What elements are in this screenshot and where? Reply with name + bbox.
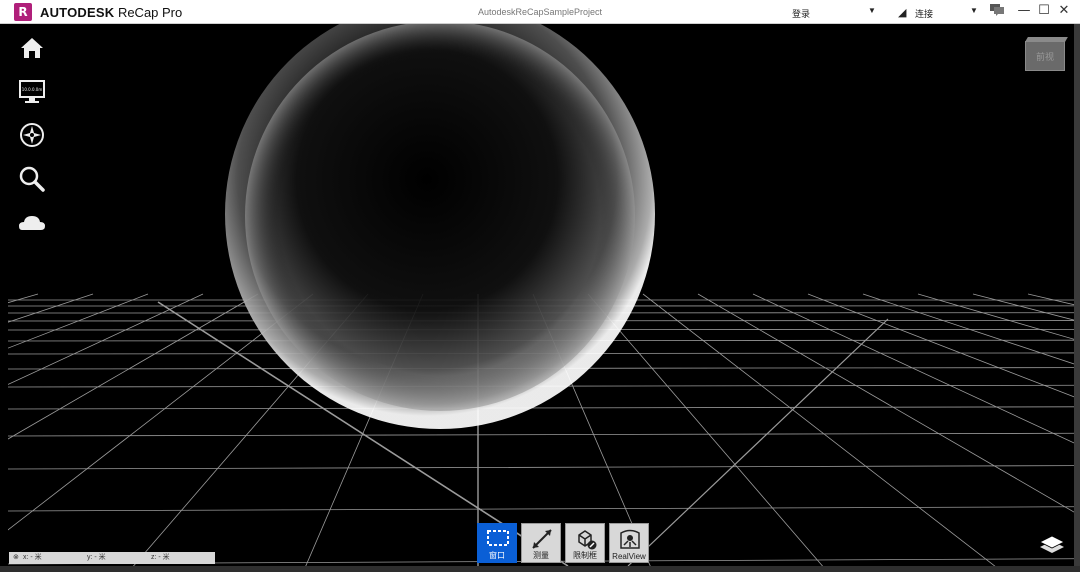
display-settings-icon: 10.0.0.0m (19, 80, 45, 103)
display-scale-text: 10.0.0.0m (22, 87, 43, 92)
search-button[interactable] (18, 165, 46, 193)
connect-dropdown[interactable]: 连接 (915, 7, 933, 20)
coord-z: z: - 米 (151, 554, 170, 561)
coord-marker-icon: ⊗ (13, 554, 19, 561)
maximize-button[interactable]: ☐ (1035, 2, 1053, 20)
window-select-label: 窗口 (489, 551, 505, 560)
navigation-button[interactable] (18, 121, 46, 149)
navigation-compass-icon (20, 123, 44, 147)
measure-label: 测量 (533, 551, 549, 560)
display-settings-button[interactable]: 10.0.0.0m (18, 77, 46, 105)
realview-tool[interactable]: RealView (609, 523, 649, 563)
minimize-button[interactable]: — (1015, 2, 1033, 20)
close-button[interactable]: ✕ (1055, 2, 1073, 20)
measure-tool[interactable]: 测量 (521, 523, 561, 563)
window-border-bottom (0, 566, 1080, 572)
realview-icon (620, 529, 640, 549)
window-border-right (1074, 24, 1080, 572)
limit-box-label: 限制框 (573, 551, 597, 560)
cloud-icon (19, 216, 45, 230)
view-cube-label: 前视 (1035, 52, 1054, 62)
coord-x: x: - 米 (23, 554, 42, 561)
view-cube[interactable]: 前视 (1025, 41, 1065, 71)
measure-icon (532, 529, 552, 549)
home-button[interactable] (18, 34, 46, 62)
scene-canvas (8, 24, 1074, 566)
title-bar: R AUTODESK ReCap Pro AutodeskReCapSample… (0, 0, 1080, 24)
login-caret-icon[interactable]: ▼ (868, 6, 876, 15)
window-select-tool[interactable]: 窗口 (477, 523, 517, 563)
connect-caret-icon[interactable]: ▼ (970, 6, 978, 15)
autodesk-a-icon: ◢ (898, 7, 907, 19)
limit-box-icon (578, 530, 597, 550)
recap-window: R AUTODESK ReCap Pro AutodeskReCapSample… (0, 0, 1080, 572)
limit-box-tool[interactable]: 限制框 (565, 523, 605, 563)
chat-icon[interactable] (990, 4, 1005, 16)
layers-icon[interactable] (1038, 531, 1066, 555)
window-select-icon (487, 530, 509, 546)
login-dropdown[interactable]: 登录 (792, 7, 810, 20)
search-icon (19, 166, 45, 192)
coordinate-readout: ⊗ x: - 米 y: - 米 z: - 米 (9, 552, 215, 564)
cloud-button[interactable] (18, 210, 46, 238)
coord-y: y: - 米 (87, 554, 106, 561)
3d-viewport[interactable]: 10.0.0.0m 前视 窗口 测量 限制框 RealView ⊗ x: - 米… (8, 24, 1074, 566)
home-icon (21, 38, 43, 58)
realview-label: RealView (612, 552, 646, 561)
